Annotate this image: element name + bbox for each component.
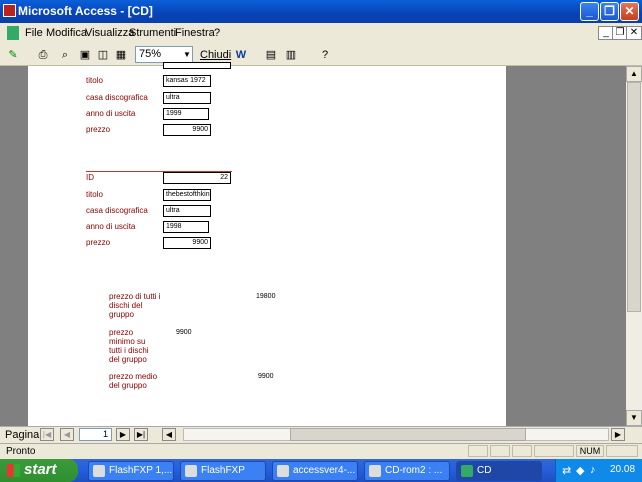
flashfxp-icon xyxy=(185,465,197,477)
menu-help[interactable]: ? xyxy=(214,27,220,39)
window-title: Microsoft Access - [CD] xyxy=(18,4,153,18)
prezzo-label: prezzo xyxy=(86,125,111,134)
menu-bar: File Modifica Visualizza Strumenti Fines… xyxy=(0,23,642,44)
last-page-icon[interactable]: ▶| xyxy=(134,428,148,441)
scroll-down-icon[interactable]: ▼ xyxy=(626,410,642,426)
system-tray: ⇄ ◆ ♪ 20.08 xyxy=(555,459,642,482)
total-price-label: prezzo di tutti i dischi del gruppo xyxy=(109,292,161,319)
taskbar-item-accessver4[interactable]: accessver4-... xyxy=(272,461,358,481)
flashfxp-icon xyxy=(93,465,105,477)
id-label: ID xyxy=(86,173,94,182)
status-text: Pronto xyxy=(6,446,36,457)
status-cell xyxy=(606,445,638,457)
title-bar: Microsoft Access - [CD] _ ❐ ✕ xyxy=(0,0,642,23)
security-icon[interactable]: ◆ xyxy=(576,464,584,477)
page-number-input[interactable]: 1 xyxy=(79,428,112,441)
document-icon xyxy=(277,465,289,477)
casa-discografica-field: ultra xyxy=(163,205,211,217)
menu-file[interactable]: File xyxy=(25,27,43,39)
min-price-value: 9900 xyxy=(176,329,192,336)
anno-field: 1998 xyxy=(163,221,209,233)
maximize-button[interactable]: ❐ xyxy=(600,2,619,21)
menu-strumenti[interactable]: Strumenti xyxy=(129,27,176,39)
prev-page-icon[interactable]: ◀ xyxy=(60,428,74,441)
id-field xyxy=(163,62,231,69)
chevron-down-icon[interactable]: ▼ xyxy=(181,47,193,62)
close-button[interactable]: ✕ xyxy=(620,2,639,21)
menu-modifica[interactable]: Modifica xyxy=(46,27,87,39)
titolo-label: titolo xyxy=(86,190,103,199)
database-window-icon[interactable]: ▤ xyxy=(262,47,280,63)
folder-icon xyxy=(369,465,381,477)
minimize-button[interactable]: _ xyxy=(580,2,599,21)
document-icon[interactable] xyxy=(7,26,19,40)
prezzo-label: prezzo xyxy=(86,238,111,247)
prezzo-field: 9900 xyxy=(163,124,211,136)
access-icon xyxy=(461,465,473,477)
access-icon xyxy=(3,4,16,17)
anno-label: anno di uscita xyxy=(86,109,136,118)
next-page-icon[interactable]: ▶ xyxy=(116,428,130,441)
scroll-left-icon[interactable]: ◀ xyxy=(162,428,176,441)
id-field: 22 xyxy=(163,172,231,184)
status-cell xyxy=(534,445,574,457)
avg-price-value: 9900 xyxy=(258,373,274,380)
two-pages-icon[interactable]: ◫ xyxy=(94,47,112,63)
casa-discografica-label: casa discografica xyxy=(86,206,148,215)
toolbar: ✎ ⎙ ⌕ ▣ ◫ ▦ 75% ▼ Chiudi W ▤ ▥ ? xyxy=(0,44,642,66)
design-view-icon[interactable]: ✎ xyxy=(4,47,22,63)
casa-discografica-field: ultra xyxy=(163,92,211,104)
anno-field: 1999 xyxy=(163,108,209,120)
status-cell xyxy=(490,445,510,457)
scroll-up-icon[interactable]: ▲ xyxy=(626,66,642,82)
menu-finestra[interactable]: Finestra xyxy=(175,27,215,39)
page-label: Pagina: xyxy=(5,429,43,441)
print-icon[interactable]: ⎙ xyxy=(34,47,52,63)
scroll-right-icon[interactable]: ▶ xyxy=(611,428,625,441)
word-icon[interactable]: W xyxy=(232,47,250,63)
status-cell xyxy=(512,445,532,457)
titolo-label: titolo xyxy=(86,76,103,85)
min-price-label: prezzo minimo su tutti i dischi del grup… xyxy=(109,328,149,364)
taskbar-item-flashfxp-1[interactable]: FlashFXP 1,... xyxy=(88,461,174,481)
windows-logo-icon xyxy=(7,464,20,477)
help-icon[interactable]: ? xyxy=(316,47,334,63)
vertical-scroll-thumb[interactable] xyxy=(627,82,641,312)
anno-label: anno di uscita xyxy=(86,222,136,231)
volume-icon[interactable]: ♪ xyxy=(590,464,596,476)
num-lock-indicator: NUM xyxy=(576,445,604,457)
taskbar-item-cd-rom2[interactable]: CD-rom2 : ... xyxy=(364,461,450,481)
taskbar-item-cd[interactable]: CD xyxy=(456,461,542,481)
horizontal-scroll-thumb[interactable] xyxy=(290,428,526,441)
one-page-icon[interactable]: ▣ xyxy=(76,47,94,63)
mdi-close-button[interactable]: ✕ xyxy=(626,26,642,40)
casa-discografica-label: casa discografica xyxy=(86,93,148,102)
taskbar-item-flashfxp[interactable]: FlashFXP xyxy=(180,461,266,481)
avg-price-label: prezzo medio del gruppo xyxy=(109,372,158,390)
prezzo-field: 9900 xyxy=(163,237,211,249)
close-preview-button[interactable]: Chiudi xyxy=(200,49,231,61)
menu-visualizza[interactable]: Visualizza xyxy=(85,27,134,39)
status-cell xyxy=(468,445,488,457)
zoom-icon[interactable]: ⌕ xyxy=(56,47,74,63)
clock[interactable]: 20.08 xyxy=(610,464,635,475)
network-icon[interactable]: ⇄ xyxy=(562,464,571,477)
first-page-icon[interactable]: |◀ xyxy=(40,428,54,441)
new-object-icon[interactable]: ▥ xyxy=(282,47,300,63)
total-price-value: 19800 xyxy=(256,293,276,300)
multiple-pages-icon[interactable]: ▦ xyxy=(112,47,130,63)
titolo-field: kansas 1972 xyxy=(163,75,211,87)
titolo-field: thebestofthkin xyxy=(163,189,211,201)
